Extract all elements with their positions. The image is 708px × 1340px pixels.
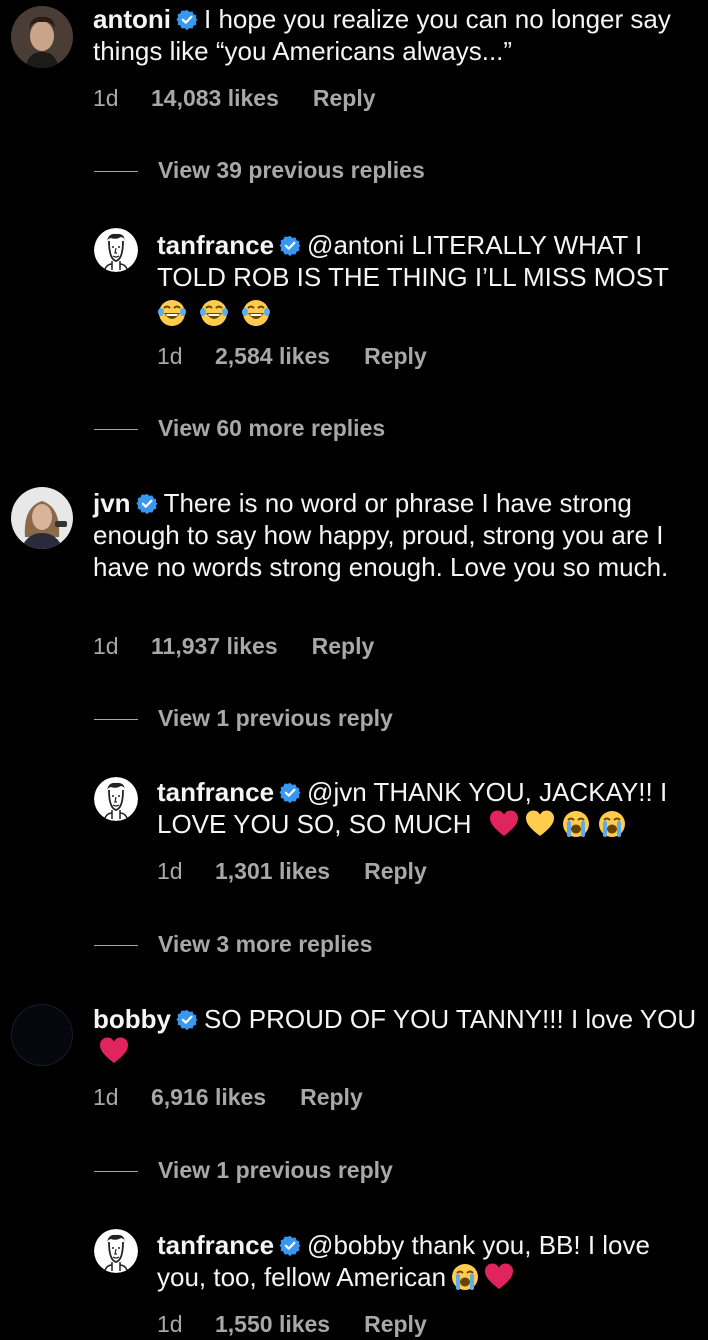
avatar[interactable]	[11, 487, 73, 549]
avatar[interactable]	[94, 777, 138, 821]
red-heart-emoji	[99, 1036, 129, 1066]
comment-time: 1d	[157, 858, 183, 884]
comment-time: 1d	[157, 343, 183, 369]
loudly-crying-emoji	[561, 809, 591, 839]
reply-button[interactable]: Reply	[364, 1310, 427, 1338]
comment-username[interactable]: tanfrance	[157, 1230, 274, 1260]
verified-badge-icon	[279, 1235, 302, 1257]
divider-line	[94, 945, 138, 947]
profile-illustration-icon	[94, 777, 138, 821]
comment-time: 1d	[157, 1311, 183, 1337]
view-more-replies-button[interactable]: View 3 more replies	[94, 930, 372, 958]
red-heart-emoji	[484, 1262, 514, 1292]
profile-photo-icon	[11, 487, 73, 549]
comment-time: 1d	[93, 1084, 119, 1110]
red-heart-emoji	[489, 809, 519, 839]
verified-badge-icon	[279, 235, 302, 257]
divider-line	[94, 429, 138, 431]
profile-photo-icon	[11, 6, 73, 68]
comment-time: 1d	[93, 633, 119, 659]
comment-username[interactable]: bobby	[93, 1004, 171, 1034]
profile-photo-icon	[11, 1004, 73, 1066]
comment-username[interactable]: antoni	[93, 4, 171, 34]
view-previous-replies-button[interactable]: View 39 previous replies	[94, 156, 425, 184]
yellow-heart-emoji	[525, 809, 555, 839]
avatar[interactable]	[11, 6, 73, 68]
comment-likes[interactable]: 14,083 likes	[151, 84, 279, 112]
verified-badge-icon	[279, 782, 302, 804]
view-replies-label: View 3 more replies	[158, 931, 373, 957]
view-replies-label: View 1 previous reply	[158, 1157, 393, 1183]
verified-badge-icon	[176, 9, 198, 31]
profile-illustration-icon	[94, 228, 138, 272]
view-previous-replies-button[interactable]: View 1 previous reply	[94, 1156, 393, 1184]
loudly-crying-emoji	[597, 809, 627, 839]
laughing-tears-emoji	[199, 298, 229, 328]
reply-button[interactable]: Reply	[300, 1083, 363, 1111]
comment-username[interactable]: tanfrance	[157, 777, 274, 807]
reply-button[interactable]: Reply	[312, 632, 375, 660]
view-previous-replies-button[interactable]: View 1 previous reply	[94, 704, 393, 732]
profile-illustration-icon	[94, 1229, 138, 1273]
view-replies-label: View 1 previous reply	[158, 705, 393, 731]
view-replies-label: View 60 more replies	[158, 415, 386, 441]
comment-likes[interactable]: 6,916 likes	[151, 1083, 266, 1111]
avatar[interactable]	[11, 1004, 73, 1066]
view-more-replies-button[interactable]: View 60 more replies	[94, 414, 385, 442]
comment-likes[interactable]: 11,937 likes	[151, 632, 278, 660]
comment-time: 1d	[93, 85, 119, 111]
laughing-tears-emoji	[157, 298, 187, 328]
verified-badge-icon	[176, 1009, 198, 1031]
comment-username[interactable]: tanfrance	[157, 230, 274, 260]
comment-likes[interactable]: 1,301 likes	[215, 857, 330, 885]
reply-button[interactable]: Reply	[364, 342, 427, 370]
verified-badge-icon	[135, 493, 158, 515]
comment-likes[interactable]: 2,584 likes	[215, 342, 330, 370]
laughing-tears-emoji	[241, 298, 271, 328]
divider-line	[94, 719, 138, 721]
loudly-crying-emoji	[450, 1262, 480, 1292]
comment-likes[interactable]: 1,550 likes	[215, 1310, 330, 1338]
view-replies-label: View 39 previous replies	[158, 157, 425, 183]
avatar[interactable]	[94, 228, 138, 272]
reply-button[interactable]: Reply	[364, 857, 427, 885]
divider-line	[94, 171, 138, 173]
divider-line	[94, 1171, 138, 1173]
reply-button[interactable]: Reply	[313, 84, 376, 112]
comment-text: There is no word or phrase I have strong…	[93, 488, 669, 582]
comment-username[interactable]: jvn	[93, 488, 131, 518]
avatar[interactable]	[94, 1229, 138, 1273]
comment-text: SO PROUD OF YOU TANNY!!! I love YOU	[204, 1004, 697, 1034]
